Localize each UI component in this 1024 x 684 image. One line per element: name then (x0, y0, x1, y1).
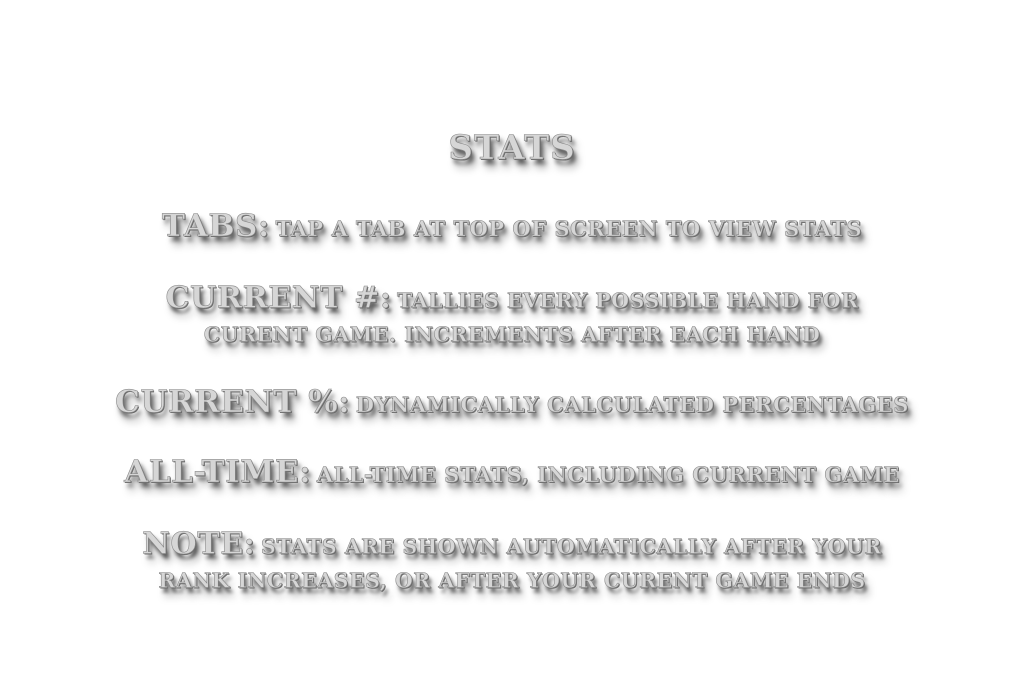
help-item-key: CURRENT %: (115, 384, 351, 420)
help-item-tabs: TABS: TAP A TAB AT TOP OF SCREEN TO VIEW… (0, 208, 1024, 247)
help-item-note: NOTE: STATS ARE SHOWN AUTOMATICALLY AFTE… (12, 526, 1012, 596)
help-item-key: TABS: (161, 208, 270, 244)
help-item-current-percent: CURRENT %: DYNAMICALLY CALCULATED PERCEN… (0, 384, 1024, 423)
stats-help-screen: STATS TABS: TAP A TAB AT TOP OF SCREEN T… (0, 0, 1024, 684)
help-item-all-time: ALL-TIME: ALL-TIME STATS, INCLUDING CURR… (0, 454, 1024, 493)
help-item-description: DYNAMICALLY CALCULATED PERCENTAGES (355, 392, 909, 418)
help-item-description-line2: RANK INCREASES, OR AFTER YOUR CURENT GAM… (158, 568, 866, 593)
help-item-description: TAP A TAB AT TOP OF SCREEN TO VIEW STATS (275, 216, 863, 242)
help-item-description: ALL-TIME STATS, INCLUDING CURRENT GAME (316, 462, 900, 488)
help-item-description-line2: CURENT GAME. INCREMENTS AFTER EACH HAND (203, 322, 821, 347)
help-item-key: ALL-TIME: (124, 454, 312, 490)
page-title: STATS (448, 128, 576, 169)
help-item-current-number: CURRENT #: TALLIES EVERY POSSIBLE HAND F… (12, 280, 1012, 350)
help-item-key: NOTE: (142, 526, 256, 562)
help-item-description: STATS ARE SHOWN AUTOMATICALLY AFTER YOUR (260, 533, 882, 559)
help-item-description: TALLIES EVERY POSSIBLE HAND FOR (396, 287, 859, 313)
help-item-key: CURRENT #: (165, 280, 392, 316)
